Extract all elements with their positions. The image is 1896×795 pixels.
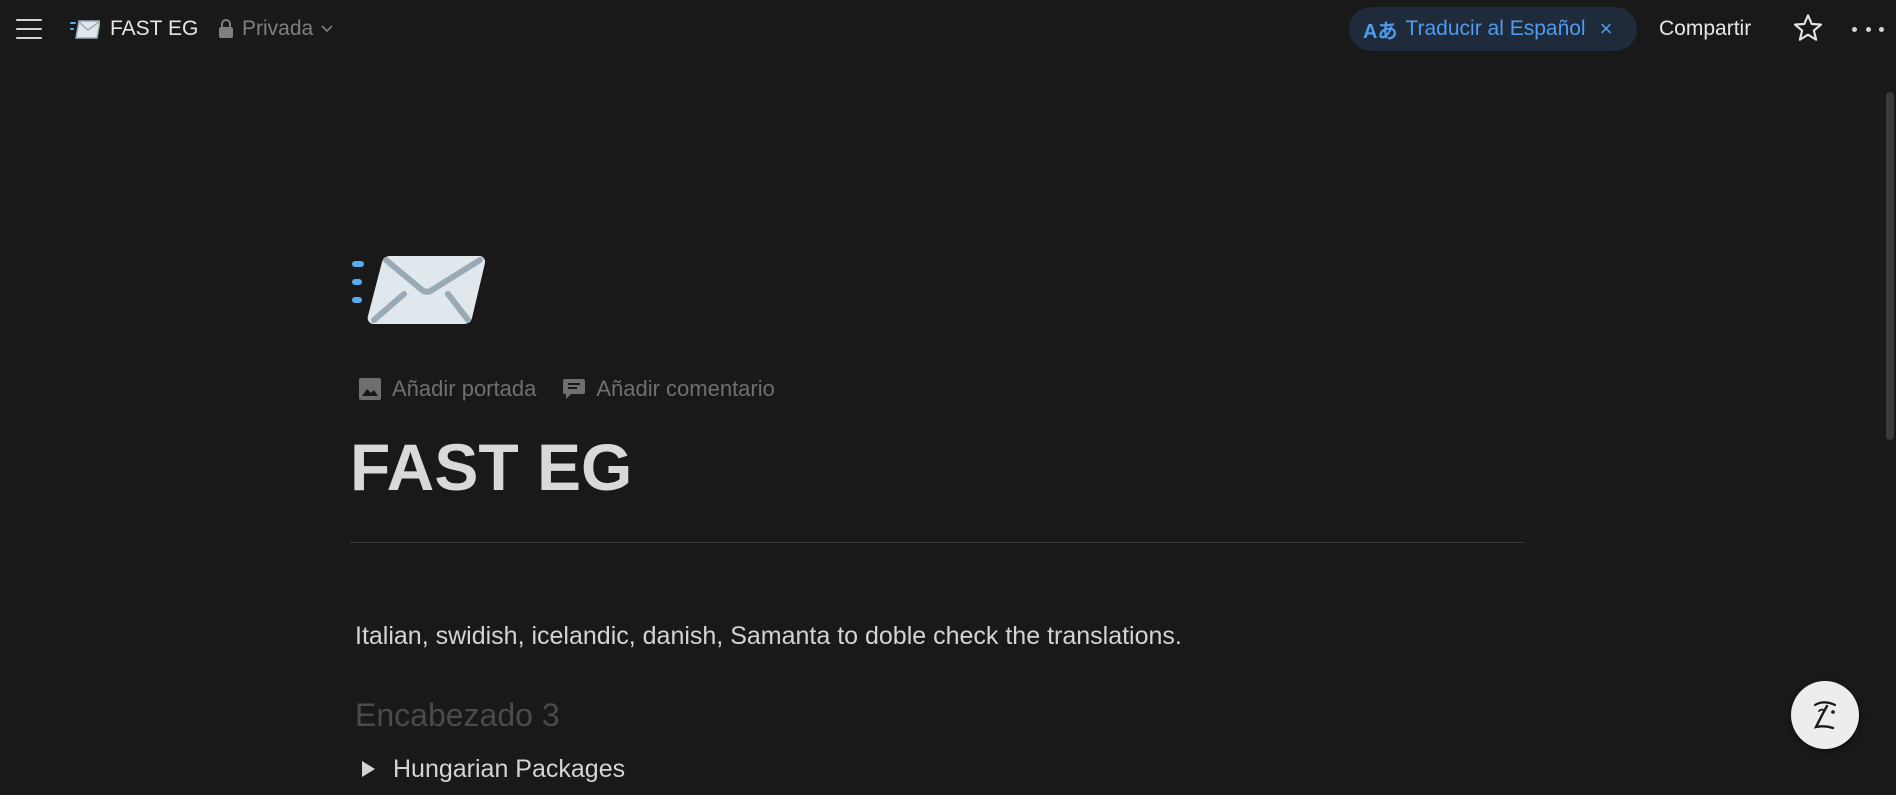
translate-icon: Aあ (1363, 20, 1398, 43)
toggle-label[interactable]: Hungarian Packages (393, 755, 625, 784)
breadcrumb-title: FAST EG (110, 17, 199, 40)
page-emoji-icon[interactable] (350, 250, 486, 330)
top-bar: FAST EG Privada Aあ Traducir al Español ×… (0, 0, 1896, 58)
share-button[interactable]: Compartir (1659, 14, 1751, 44)
heading-3-placeholder[interactable]: Encabezado 3 (355, 694, 560, 736)
breadcrumb-page[interactable]: FAST EG (70, 14, 198, 44)
page-title[interactable]: FAST EG (350, 427, 632, 507)
add-comment-button[interactable]: Añadir comentario (562, 376, 775, 402)
lock-icon (219, 19, 233, 38)
add-comment-label: Añadir comentario (596, 376, 775, 401)
help-button[interactable] (1791, 681, 1859, 749)
image-icon (359, 378, 381, 400)
toggle-block: Hungarian Packages (362, 752, 625, 786)
help-face-icon (1813, 701, 1837, 730)
chevron-down-icon (321, 25, 333, 33)
translate-button[interactable]: Traducir al Español (1405, 17, 1585, 41)
privacy-dropdown[interactable]: Privada (218, 14, 333, 44)
page-actions: Añadir portada Añadir comentario (358, 372, 775, 406)
divider (350, 542, 1524, 543)
toggle-arrow-icon[interactable] (362, 761, 375, 777)
privacy-label: Privada (242, 17, 314, 40)
translate-banner: Aあ Traducir al Español × (1349, 7, 1637, 51)
star-icon[interactable] (1792, 12, 1824, 44)
add-cover-label: Añadir portada (392, 376, 537, 401)
add-cover-button[interactable]: Añadir portada (358, 376, 536, 402)
hamburger-menu-icon[interactable] (14, 17, 44, 41)
scrollbar[interactable] (1886, 92, 1894, 440)
incoming-envelope-icon (70, 20, 100, 39)
close-icon[interactable]: × (1600, 16, 1613, 42)
text-block[interactable]: Italian, swidish, icelandic, danish, Sam… (355, 619, 1182, 653)
comment-icon (563, 379, 586, 399)
more-options-icon[interactable] (1852, 14, 1884, 44)
